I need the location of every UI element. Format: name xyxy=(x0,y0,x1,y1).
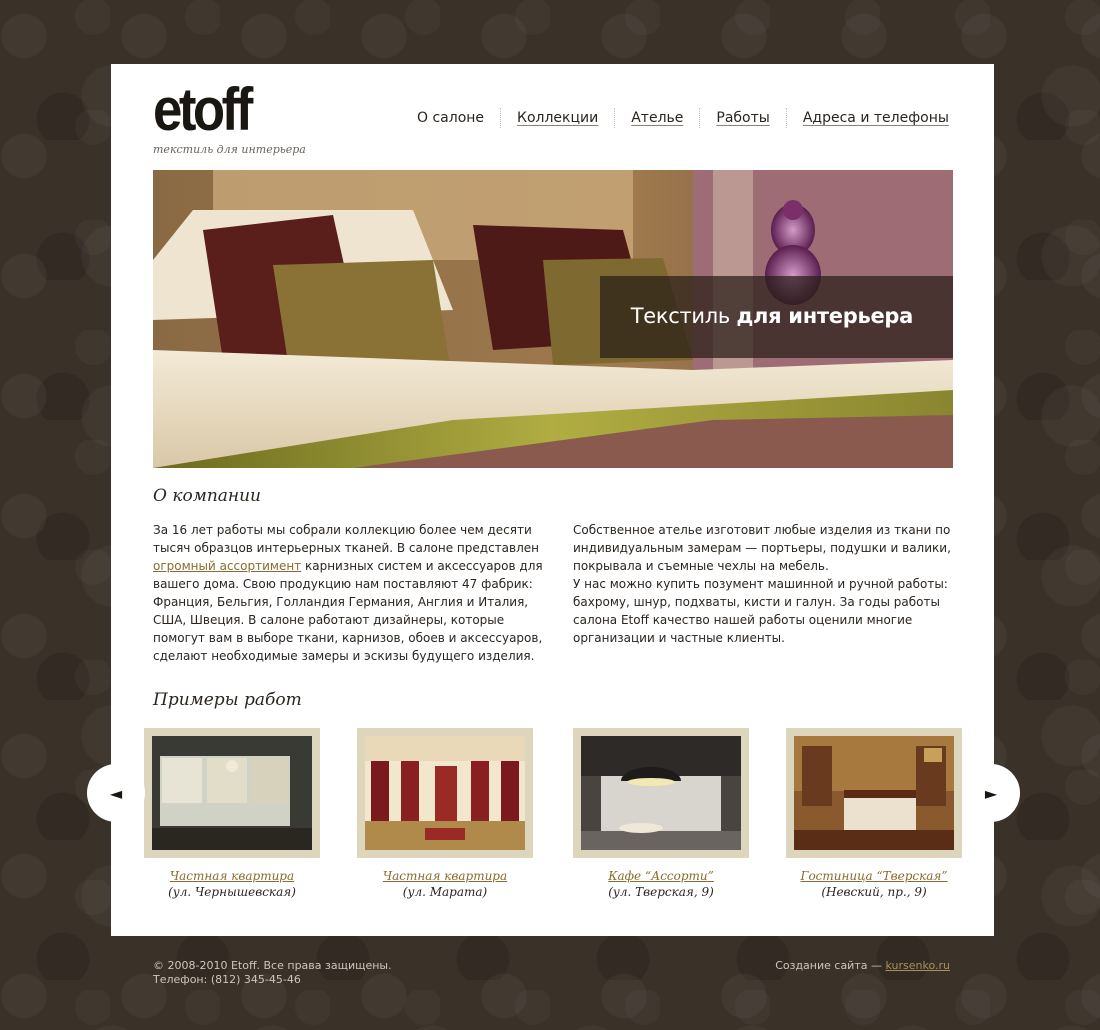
work-item[interactable]: Кафе “Ассорти” (ул. Тверская, 9) xyxy=(573,728,749,900)
work-address: (Невский, пр., 9) xyxy=(821,885,927,899)
carousel-next-button[interactable]: ► xyxy=(962,764,1020,822)
content-panel: etoff текстиль для интерьера О салоне Ко… xyxy=(111,64,994,936)
work-address: (ул. Тверская, 9) xyxy=(608,885,714,899)
work-item[interactable]: Гостиница “Тверская” (Невский, пр., 9) xyxy=(786,728,962,900)
work-title[interactable]: Частная квартира xyxy=(357,868,533,884)
work-thumb-apartment-2[interactable] xyxy=(365,736,525,850)
work-item[interactable]: Частная квартира (ул. Чернышевская) xyxy=(144,728,320,900)
arrow-left-icon: ◄ xyxy=(109,783,123,803)
credit-link[interactable]: kursenko.ru xyxy=(885,959,950,972)
about-text-left: За 16 лет работы мы собрали коллекцию бо… xyxy=(153,523,543,663)
about-text-right: Собственное ателье изготовит любые издел… xyxy=(573,523,951,645)
work-thumb-frame[interactable] xyxy=(144,728,320,858)
work-thumb-cafe[interactable] xyxy=(581,736,741,850)
works-title: Примеры работ xyxy=(153,690,302,710)
logo[interactable]: etoff xyxy=(153,80,253,140)
work-address: (ул. Марата) xyxy=(402,885,488,899)
nav-item-contacts[interactable]: Адреса и телефоны xyxy=(785,108,949,128)
credit-label: Создание сайта — xyxy=(775,959,886,972)
work-thumb-frame[interactable] xyxy=(573,728,749,858)
banner-caption-box: Текстиль для интерьера xyxy=(600,276,953,358)
hero-banner: Текстиль для интерьера xyxy=(153,170,953,468)
works-carousel: Частная квартира (ул. Чернышевская) Част… xyxy=(144,728,964,908)
arrow-right-icon: ► xyxy=(984,783,998,803)
nav-item-atelier[interactable]: Ателье xyxy=(614,108,699,128)
tagline: текстиль для интерьера xyxy=(153,143,306,156)
assortment-link[interactable]: огромный ассортимент xyxy=(153,559,301,573)
work-thumb-frame[interactable] xyxy=(786,728,962,858)
nav-item-works[interactable]: Работы xyxy=(699,108,785,128)
main-nav: О салоне Коллекции Ателье Работы Адреса … xyxy=(401,108,949,128)
work-thumb-apartment-1[interactable] xyxy=(152,736,312,850)
banner-caption: Текстиль для интерьера xyxy=(630,304,914,328)
work-thumb-frame[interactable] xyxy=(357,728,533,858)
about-title: О компании xyxy=(153,486,262,506)
nav-item-collections[interactable]: Коллекции xyxy=(500,108,614,128)
nav-item-about[interactable]: О салоне xyxy=(401,108,500,128)
work-item[interactable]: Частная квартира (ул. Марата) xyxy=(357,728,533,900)
carousel-prev-button[interactable]: ◄ xyxy=(87,764,145,822)
footer-credit: Создание сайта — kursenko.ru xyxy=(775,959,950,973)
phone-text: Телефон: (812) 345-45-46 xyxy=(153,973,301,986)
work-address: (ул. Чернышевская) xyxy=(168,885,296,899)
work-thumb-hotel[interactable] xyxy=(794,736,954,850)
footer-info: © 2008-2010 Etoff. Все права защищены. Т… xyxy=(153,959,392,987)
work-title[interactable]: Частная квартира xyxy=(144,868,320,884)
work-title[interactable]: Кафе “Ассорти” xyxy=(573,868,749,884)
work-title[interactable]: Гостиница “Тверская” xyxy=(786,868,962,884)
copyright-text: © 2008-2010 Etoff. Все права защищены. xyxy=(153,959,392,972)
